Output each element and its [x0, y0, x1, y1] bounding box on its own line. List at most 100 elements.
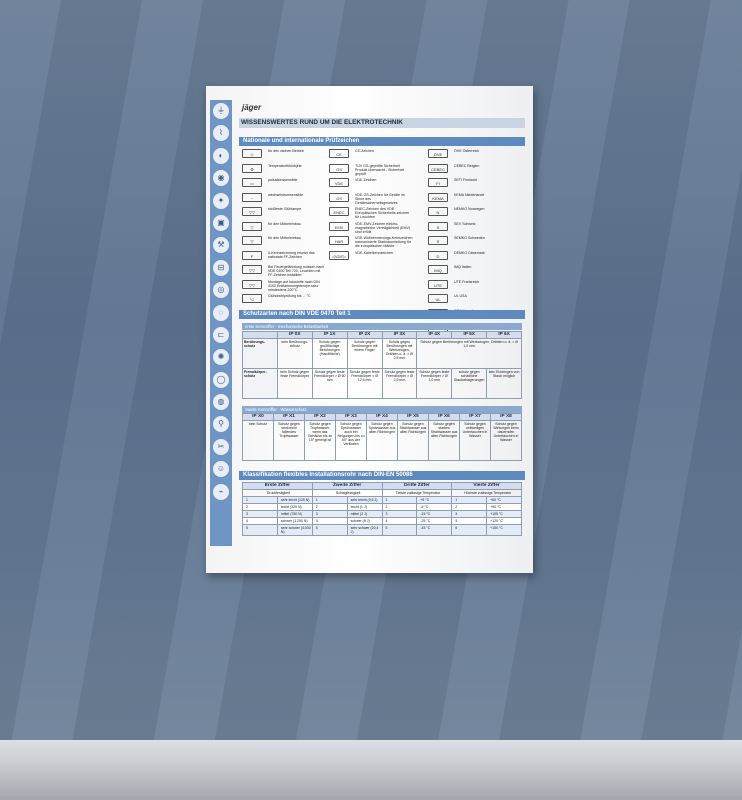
approval-mark-label: DEMKO Dänemark: [454, 250, 485, 255]
approval-mark-label: VDE-Zeichen: [355, 178, 377, 182]
approval-mark-label: Temperaturfühlobjekt: [268, 163, 302, 168]
pruefzeichen-item: ▽▽ stoßfeste Glühlampe: [242, 207, 326, 222]
ip-header-cell: IP X8: [490, 413, 522, 421]
fuse-icon: ⊟: [213, 259, 229, 276]
pruefzeichen-item: ⚙ Temperaturfühlobjekt: [242, 163, 326, 179]
ip-header-cell: IP 5X: [451, 331, 488, 339]
pruefzeichen-item: UTE UTE Frankreich: [428, 279, 512, 295]
approval-mark-label: für den rauhen Betrieb: [268, 149, 304, 153]
icon-sidebar: ⏚ ⌇ ◐ ◉ ✦ ▣ ⚒ ⊟ ◎ ◌ ⊏ ✺ ◯ ◍ ⚲ ✂ ☺ ⌁: [210, 100, 232, 546]
ip-cell: Schutz gegen feste Fremdkörper > Ø 2,5 m…: [381, 368, 418, 399]
pruefzeichen-item: IMQ IMQ Italien: [428, 265, 512, 280]
approval-mark-icon: KEMA: [428, 192, 448, 202]
ip-cell: Schutz gegen Tropfwasser, wenn das Gehäu…: [304, 420, 336, 461]
klass-cell: mittel (2 J): [346, 510, 383, 518]
approval-mark-icon: ENEC: [329, 207, 349, 216]
ip-header-cell: IP 6X: [486, 331, 522, 339]
klass-cell: 3: [242, 510, 278, 518]
ip-header-cell: IP 2X: [346, 331, 383, 339]
approval-mark-label: IMQ Italien: [454, 265, 472, 269]
approval-mark-icon: ▽▽: [242, 265, 262, 274]
pruefzeichen-item: FI SETI Finnland: [428, 178, 512, 193]
approval-mark-label: Glühdrahtprüfung bis ... °C: [268, 294, 311, 298]
klass-cell: 4: [242, 517, 278, 525]
approval-mark-icon: ▽▽: [242, 207, 262, 216]
klass-cell: leicht (1 J): [346, 503, 383, 511]
ip-cell: Schutz gegen Berührungen mit Werkzeugen,…: [416, 338, 522, 369]
ip-cell: Schutz gegen zeitweiliges Untertauchen i…: [459, 420, 491, 461]
brand-logo: jäger: [242, 103, 262, 112]
section-klassifikation-title: Klassifikation flexibles Installationsro…: [239, 471, 525, 480]
ip-header-cell: IP X1: [273, 413, 305, 421]
klass-cell: 1: [381, 496, 418, 504]
table-row: 3 mittel (750 N) 3 mittel (2 J) 3 -15 °C 3 +105…: [242, 510, 522, 518]
pruefzeichen-item: °C Glühdrahtprüfung bis ... °C: [242, 294, 326, 309]
ip-second-digit-table: IP X0 IP X1 IP X2 IP X3 IP X4 IP X5 IP X6 IP X7…: [242, 413, 522, 461]
approval-mark-icon: GS: [329, 192, 349, 202]
klass-cell: 1: [451, 496, 488, 504]
approval-mark-icon: EMV: [329, 221, 349, 231]
table-row: 1 sehr leicht (125 N) 1 sehr leicht (0,5 J)…: [242, 496, 522, 504]
first-digit-subtitle: erste Kennziffer - mechanische Belastbar…: [242, 323, 522, 330]
klass-cell: +120 °C: [486, 517, 522, 525]
klass-cell: 2: [242, 503, 278, 511]
klass-header-cell: Vierte Ziffer: [451, 482, 522, 490]
pruefzeichen-item: HAR VDE-Wüfinennierungs-Kennzeichen harmo…: [329, 236, 413, 251]
cable-icon: ⌇: [213, 125, 229, 142]
approval-mark-label: SEV Schweiz: [454, 221, 476, 226]
user-icon: ☺: [213, 461, 229, 478]
approval-mark-label: ENEC-Zeichen des VDE Europäisches Sicher…: [355, 207, 410, 220]
ip-first-digit-table: IP 0X IP 1X IP 2X IP 3X IP 4X IP 5X IP 6X Berüh…: [242, 331, 522, 399]
approval-mark-label: CE-Zeichen: [355, 149, 374, 153]
klass-cell: 4: [381, 517, 418, 525]
approval-mark-label: VDE-EMV-Zeichen elektro-magnetische Vert…: [355, 221, 411, 234]
approval-mark-icon: GS: [329, 163, 349, 173]
klass-cell: 2: [311, 503, 348, 511]
approval-mark-icon: ▽: [242, 221, 262, 231]
plug-icon: ⏚: [213, 103, 229, 119]
approval-mark-label: für den Möbeleinbau: [268, 221, 301, 226]
approval-mark-label: VDE-Kabelkennzeichen: [355, 250, 393, 255]
klass-cell: +60 °C: [486, 496, 522, 504]
pruefzeichen-item: GS VDE-GS-Zeichen für Geräte im Sinne des…: [329, 192, 413, 208]
ip-header-cell: IP X2: [304, 413, 336, 421]
approval-mark-icon: UTE: [428, 279, 448, 289]
approval-mark-label: stoßfeste Glühlampe: [268, 207, 302, 211]
approval-mark-label: TÜV GS-geprüfte Sicherheit Produkt überw…: [355, 163, 405, 176]
pruefzeichen-item: ENEC ENEC-Zeichen des VDE Europäisches Si…: [329, 207, 413, 222]
klass-cell: -15 °C: [416, 510, 453, 518]
ip-header-cell: IP X6: [428, 413, 460, 421]
meter-icon: ◎: [213, 282, 229, 299]
klass-subheader-cell: Druckfestigkeit: [242, 489, 313, 497]
klass-cell: 4: [311, 517, 348, 525]
ip-cell: Schutz gegen feste Fremdkörper > Ø 50 mm: [311, 368, 348, 399]
pruefzeichen-item: ◁VDE▷ VDE-Kabelkennzeichen: [329, 250, 413, 266]
pruefzeichen-item: ▽▽ Montage auf baustoffe nach DIN 4102 En…: [242, 279, 326, 295]
info-poster: ⏚ ⌇ ◐ ◉ ✦ ▣ ⚒ ⊟ ◎ ◌ ⊏ ✺ ◯ ◍ ⚲ ✂ ☺ ⌁ jäger WISSENSWERTES R…: [206, 86, 533, 573]
approval-mark-label: VDE-GS-Zeichen für Geräte im Sinne des G…: [355, 192, 405, 205]
klass-header-cell: Zweite Ziffer: [311, 482, 383, 490]
approval-mark-label: ÖVE Österreich: [454, 149, 480, 153]
approval-mark-label: SEMKO Schweden: [454, 236, 485, 240]
ip-cell: Schutz gegen feste Fremdkörper > Ø 1,0 m…: [416, 368, 453, 399]
ip-cell: Schutz gegen großflächige Berührungen (H…: [311, 338, 348, 369]
poster-title: WISSENSWERTES RUND UM DIE ELEKTROTECHNIK: [239, 118, 525, 128]
ip-header-cell: IP 1X: [311, 331, 348, 339]
approval-mark-icon: N: [428, 207, 448, 216]
klass-cell: 2: [451, 503, 488, 511]
approval-mark-label: VDE-Wüfinennierungs-Kennzeichen harmonis…: [355, 236, 413, 249]
approval-mark-icon: ▽: [242, 236, 262, 245]
approval-mark-label: wechselstromsensible: [268, 192, 304, 197]
approval-mark-icon: FI: [428, 178, 448, 187]
klass-cell: leicht (320 N): [276, 503, 313, 511]
section-pruefzeichen-title: Nationale und internationale Prüfzeichen: [239, 137, 525, 146]
klass-cell: +5 °C: [416, 496, 453, 504]
klass-cell: 1: [242, 496, 278, 504]
ip-cell: Schutz gegen Strahlwasser aus allen Rich…: [397, 420, 429, 461]
pruefzeichen-item: S SEMKO Schweden: [428, 236, 512, 251]
pruefzeichen-item: GS TÜV GS-geprüfte Sicherheit Produkt übe…: [329, 163, 413, 179]
ip-header-cell: IP X4: [366, 413, 398, 421]
klass-subheader-cell: Schlagfestigkeit: [311, 489, 383, 497]
disc-icon: ◍: [213, 394, 229, 411]
clamp-icon: ⊏: [213, 326, 229, 343]
